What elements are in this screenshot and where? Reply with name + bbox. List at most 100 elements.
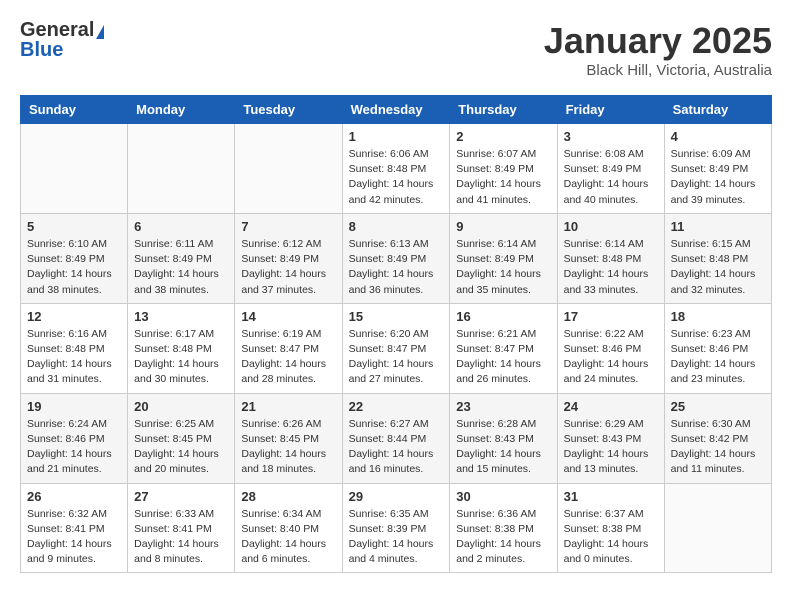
calendar-day-cell: 17 Sunrise: 6:22 AM Sunset: 8:46 PM Dayli… [557, 303, 664, 393]
day-detail: Sunrise: 6:33 AM Sunset: 8:41 PM Dayligh… [134, 507, 228, 568]
day-number: 7 [241, 219, 335, 234]
day-number: 30 [456, 489, 550, 504]
day-detail: Sunrise: 6:11 AM Sunset: 8:49 PM Dayligh… [134, 237, 228, 298]
calendar-table: SundayMondayTuesdayWednesdayThursdayFrid… [20, 95, 772, 573]
day-number: 22 [349, 399, 444, 414]
weekday-header-cell: Thursday [450, 96, 557, 124]
calendar-day-cell: 2Sunrise: 6:07 AM Sunset: 8:49 PM Daylig… [450, 124, 557, 214]
calendar-day-cell: 30 Sunrise: 6:36 AM Sunset: 8:38 PM Dayli… [450, 483, 557, 573]
day-detail: Sunrise: 6:23 AM Sunset: 8:46 PM Dayligh… [671, 327, 765, 388]
day-detail: Sunrise: 6:36 AM Sunset: 8:38 PM Dayligh… [456, 507, 550, 568]
calendar-day-cell: 14 Sunrise: 6:19 AM Sunset: 8:47 PM Dayli… [235, 303, 342, 393]
day-number: 12 [27, 309, 121, 324]
day-number: 16 [456, 309, 550, 324]
calendar-day-cell: 29Sunrise: 6:35 AM Sunset: 8:39 PM Dayli… [342, 483, 450, 573]
day-number: 4 [671, 129, 765, 144]
day-number: 28 [241, 489, 335, 504]
day-detail: Sunrise: 6:19 AM Sunset: 8:47 PM Dayligh… [241, 327, 335, 388]
logo-triangle-icon [96, 25, 104, 39]
day-detail: Sunrise: 6:20 AM Sunset: 8:47 PM Dayligh… [349, 327, 444, 388]
calendar-day-cell: 25 Sunrise: 6:30 AM Sunset: 8:42 PM Dayli… [664, 393, 771, 483]
day-detail: Sunrise: 6:35 AM Sunset: 8:39 PM Dayligh… [349, 507, 444, 568]
calendar-day-cell: 4 Sunrise: 6:09 AM Sunset: 8:49 PM Daylig… [664, 124, 771, 214]
day-number: 24 [564, 399, 658, 414]
weekday-header-cell: Wednesday [342, 96, 450, 124]
calendar-day-cell: 28 Sunrise: 6:34 AM Sunset: 8:40 PM Dayli… [235, 483, 342, 573]
day-detail: Sunrise: 6:06 AM Sunset: 8:48 PM Dayligh… [349, 147, 444, 208]
calendar-day-cell [21, 124, 128, 214]
title-block: January 2025 Black Hill, Victoria, Austr… [544, 20, 772, 79]
calendar-day-cell [128, 124, 235, 214]
day-detail: Sunrise: 6:37 AM Sunset: 8:38 PM Dayligh… [564, 507, 658, 568]
weekday-header-cell: Sunday [21, 96, 128, 124]
calendar-day-cell: 18 Sunrise: 6:23 AM Sunset: 8:46 PM Dayli… [664, 303, 771, 393]
day-detail: Sunrise: 6:09 AM Sunset: 8:49 PM Dayligh… [671, 147, 765, 208]
day-number: 9 [456, 219, 550, 234]
day-detail: Sunrise: 6:32 AM Sunset: 8:41 PM Dayligh… [27, 507, 121, 568]
day-number: 20 [134, 399, 228, 414]
calendar-day-cell: 10Sunrise: 6:14 AM Sunset: 8:48 PM Dayli… [557, 213, 664, 303]
day-number: 14 [241, 309, 335, 324]
day-detail: Sunrise: 6:30 AM Sunset: 8:42 PM Dayligh… [671, 417, 765, 478]
calendar-day-cell: 12 Sunrise: 6:16 AM Sunset: 8:48 PM Dayli… [21, 303, 128, 393]
calendar-day-cell: 22 Sunrise: 6:27 AM Sunset: 8:44 PM Dayli… [342, 393, 450, 483]
day-detail: Sunrise: 6:12 AM Sunset: 8:49 PM Dayligh… [241, 237, 335, 298]
calendar-day-cell: 8Sunrise: 6:13 AM Sunset: 8:49 PM Daylig… [342, 213, 450, 303]
location-text: Black Hill, Victoria, Australia [544, 62, 772, 79]
weekday-header-cell: Saturday [664, 96, 771, 124]
page-header: General Blue January 2025 Black Hill, Vi… [20, 20, 772, 79]
day-number: 18 [671, 309, 765, 324]
calendar-day-cell: 11Sunrise: 6:15 AM Sunset: 8:48 PM Dayli… [664, 213, 771, 303]
calendar-day-cell: 21 Sunrise: 6:26 AM Sunset: 8:45 PM Dayli… [235, 393, 342, 483]
day-detail: Sunrise: 6:25 AM Sunset: 8:45 PM Dayligh… [134, 417, 228, 478]
day-number: 11 [671, 219, 765, 234]
day-detail: Sunrise: 6:22 AM Sunset: 8:46 PM Dayligh… [564, 327, 658, 388]
calendar-day-cell: 15 Sunrise: 6:20 AM Sunset: 8:47 PM Dayli… [342, 303, 450, 393]
day-number: 21 [241, 399, 335, 414]
calendar-day-cell: 16Sunrise: 6:21 AM Sunset: 8:47 PM Dayli… [450, 303, 557, 393]
calendar-day-cell: 31Sunrise: 6:37 AM Sunset: 8:38 PM Dayli… [557, 483, 664, 573]
day-detail: Sunrise: 6:08 AM Sunset: 8:49 PM Dayligh… [564, 147, 658, 208]
day-number: 17 [564, 309, 658, 324]
calendar-day-cell: 24 Sunrise: 6:29 AM Sunset: 8:43 PM Dayli… [557, 393, 664, 483]
day-detail: Sunrise: 6:29 AM Sunset: 8:43 PM Dayligh… [564, 417, 658, 478]
day-detail: Sunrise: 6:17 AM Sunset: 8:48 PM Dayligh… [134, 327, 228, 388]
calendar-day-cell: 27Sunrise: 6:33 AM Sunset: 8:41 PM Dayli… [128, 483, 235, 573]
calendar-day-cell: 19 Sunrise: 6:24 AM Sunset: 8:46 PM Dayli… [21, 393, 128, 483]
day-detail: Sunrise: 6:13 AM Sunset: 8:49 PM Dayligh… [349, 237, 444, 298]
calendar-week-row: 5Sunrise: 6:10 AM Sunset: 8:49 PM Daylig… [21, 213, 772, 303]
calendar-day-cell: 9 Sunrise: 6:14 AM Sunset: 8:49 PM Daylig… [450, 213, 557, 303]
calendar-day-cell: 20 Sunrise: 6:25 AM Sunset: 8:45 PM Dayli… [128, 393, 235, 483]
day-detail: Sunrise: 6:14 AM Sunset: 8:49 PM Dayligh… [456, 237, 550, 298]
day-detail: Sunrise: 6:14 AM Sunset: 8:48 PM Dayligh… [564, 237, 658, 298]
calendar-day-cell: 3Sunrise: 6:08 AM Sunset: 8:49 PM Daylig… [557, 124, 664, 214]
day-detail: Sunrise: 6:27 AM Sunset: 8:44 PM Dayligh… [349, 417, 444, 478]
day-number: 13 [134, 309, 228, 324]
day-number: 19 [27, 399, 121, 414]
day-detail: Sunrise: 6:07 AM Sunset: 8:49 PM Dayligh… [456, 147, 550, 208]
day-number: 6 [134, 219, 228, 234]
calendar-day-cell: 1 Sunrise: 6:06 AM Sunset: 8:48 PM Daylig… [342, 124, 450, 214]
calendar-week-row: 19 Sunrise: 6:24 AM Sunset: 8:46 PM Dayli… [21, 393, 772, 483]
calendar-week-row: 12 Sunrise: 6:16 AM Sunset: 8:48 PM Dayli… [21, 303, 772, 393]
day-number: 25 [671, 399, 765, 414]
weekday-header-cell: Monday [128, 96, 235, 124]
logo: General Blue [20, 20, 104, 60]
day-number: 1 [349, 129, 444, 144]
weekday-header-cell: Friday [557, 96, 664, 124]
day-number: 5 [27, 219, 121, 234]
calendar-week-row: 1 Sunrise: 6:06 AM Sunset: 8:48 PM Daylig… [21, 124, 772, 214]
day-detail: Sunrise: 6:34 AM Sunset: 8:40 PM Dayligh… [241, 507, 335, 568]
weekday-header-cell: Tuesday [235, 96, 342, 124]
calendar-day-cell: 26 Sunrise: 6:32 AM Sunset: 8:41 PM Dayli… [21, 483, 128, 573]
day-detail: Sunrise: 6:16 AM Sunset: 8:48 PM Dayligh… [27, 327, 121, 388]
calendar-day-cell [664, 483, 771, 573]
calendar-body: 1 Sunrise: 6:06 AM Sunset: 8:48 PM Daylig… [21, 124, 772, 573]
day-number: 26 [27, 489, 121, 504]
day-number: 15 [349, 309, 444, 324]
calendar-day-cell: 23Sunrise: 6:28 AM Sunset: 8:43 PM Dayli… [450, 393, 557, 483]
calendar-day-cell: 5Sunrise: 6:10 AM Sunset: 8:49 PM Daylig… [21, 213, 128, 303]
logo-blue-text: Blue [20, 39, 63, 61]
day-detail: Sunrise: 6:26 AM Sunset: 8:45 PM Dayligh… [241, 417, 335, 478]
day-detail: Sunrise: 6:24 AM Sunset: 8:46 PM Dayligh… [27, 417, 121, 478]
